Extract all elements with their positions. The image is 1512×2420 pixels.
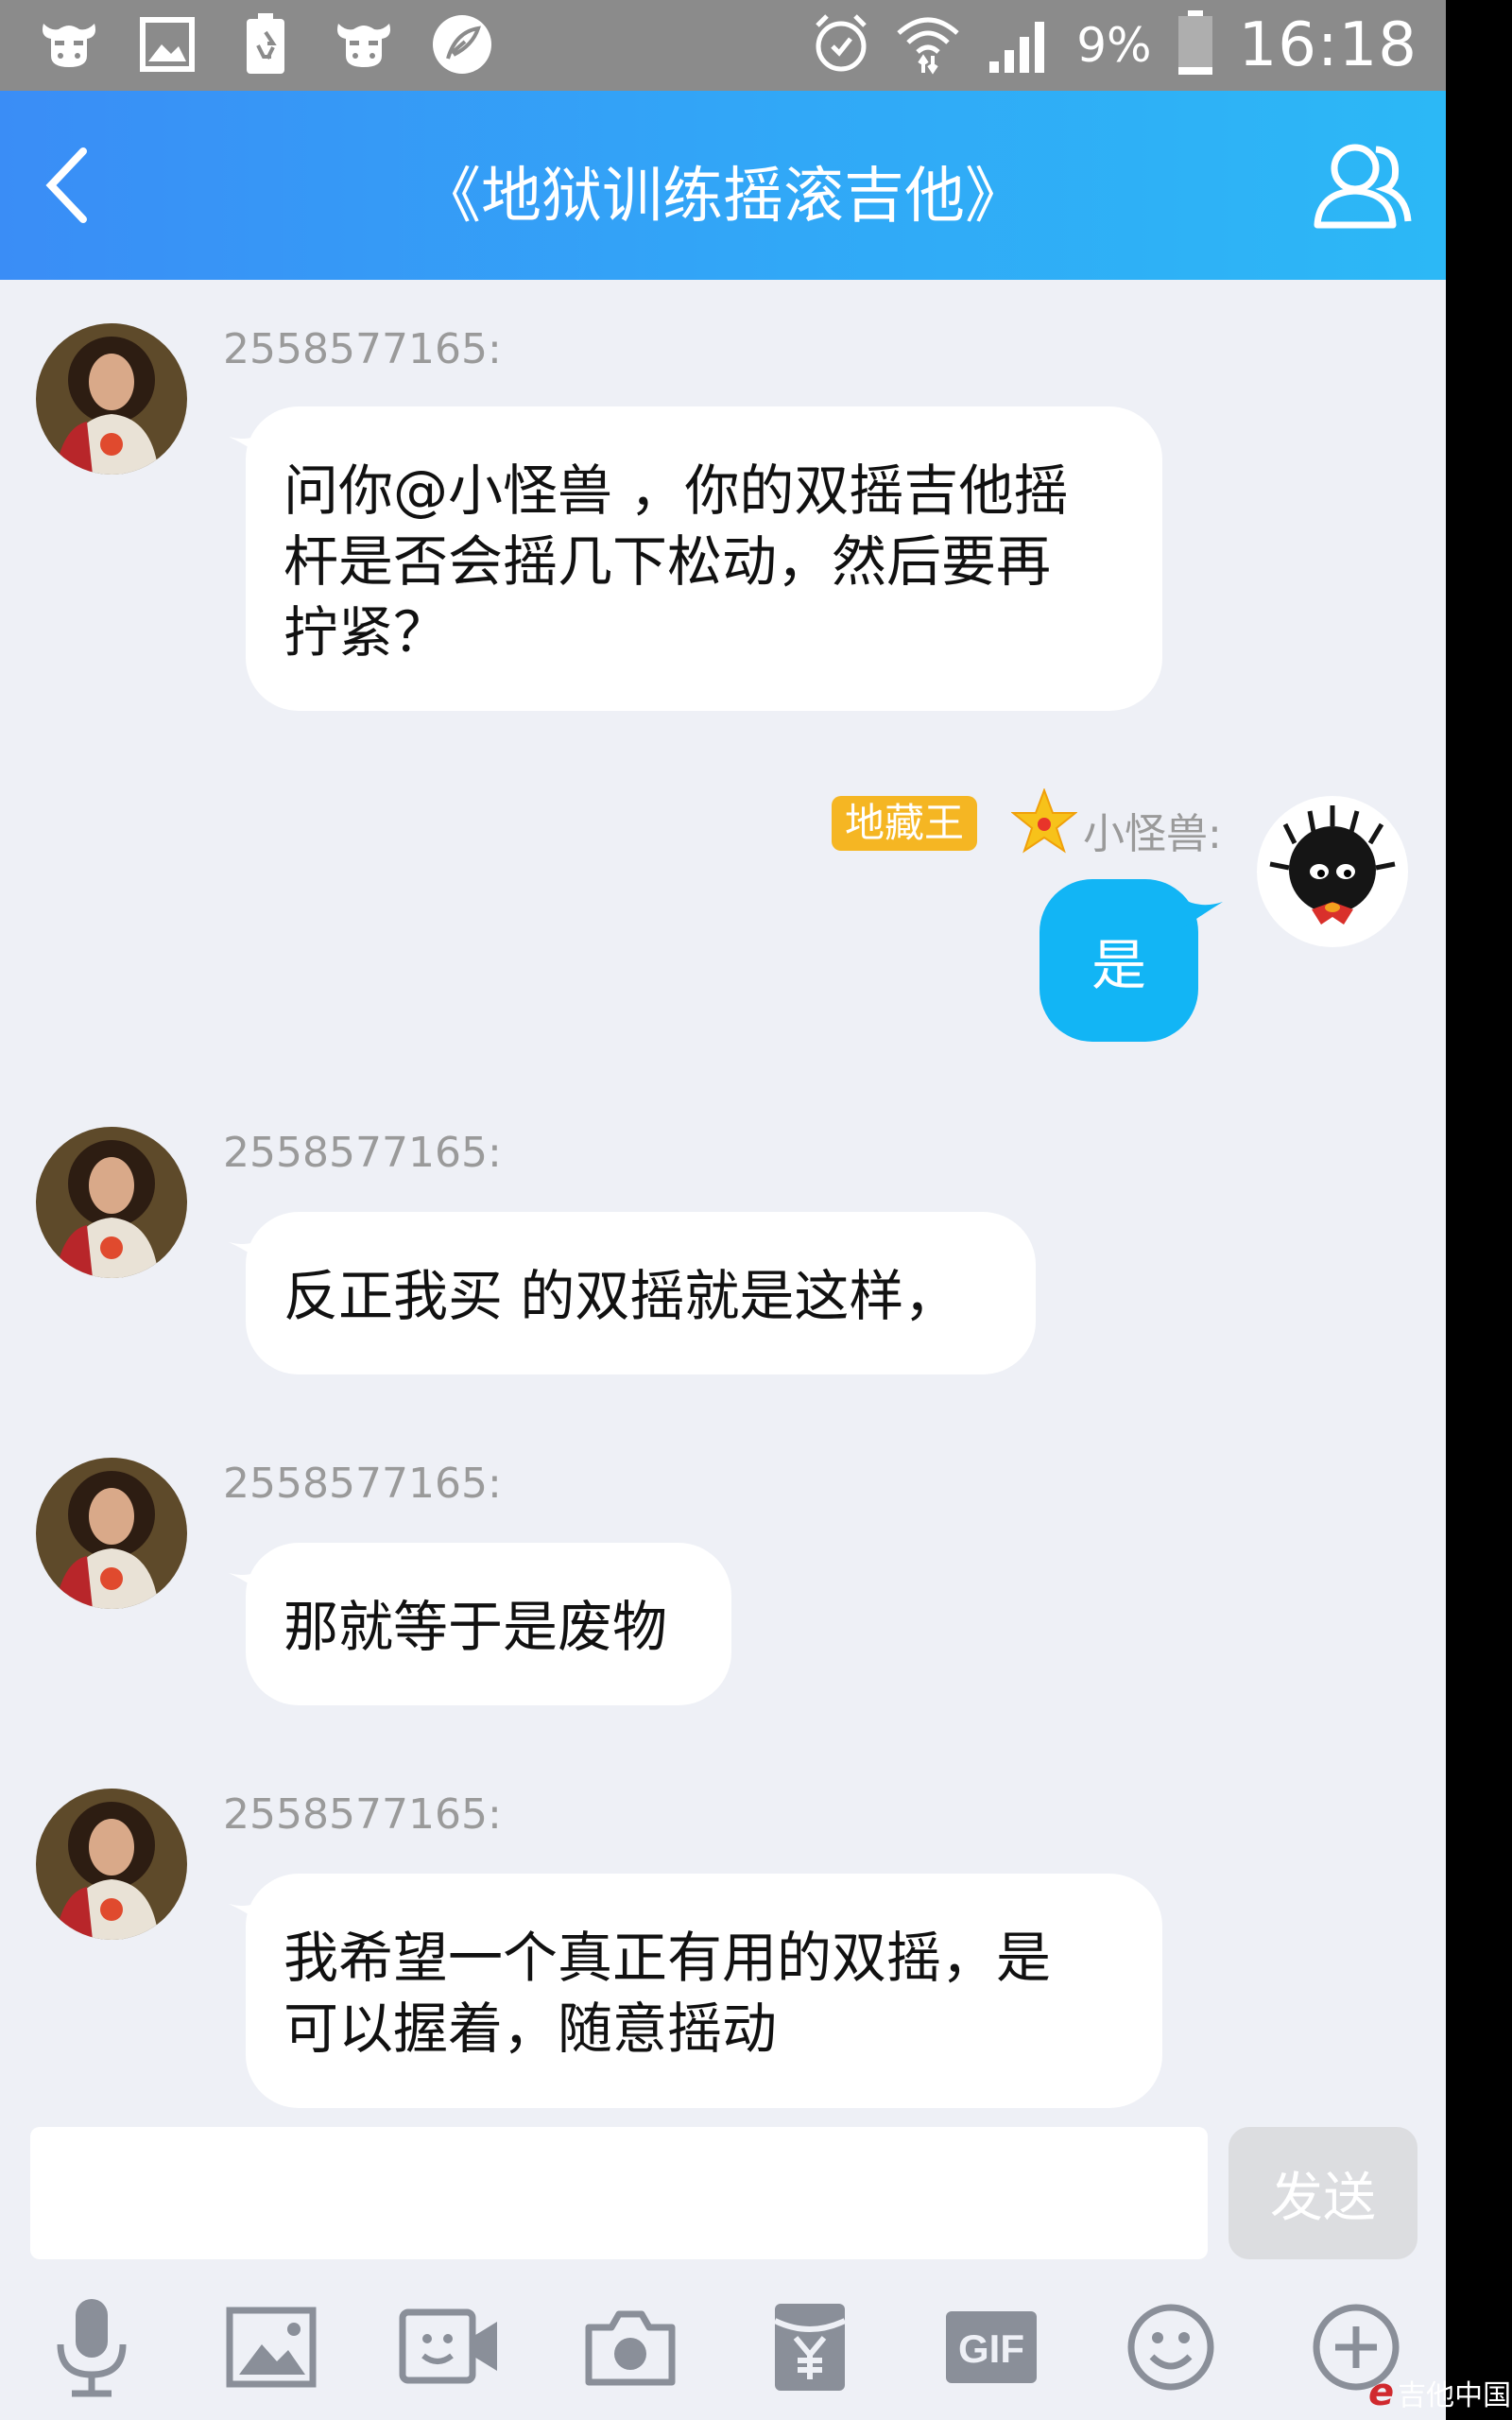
bubble-tail bbox=[229, 1236, 270, 1269]
sender-name: 2558577165: bbox=[223, 1790, 502, 1839]
bubble-tail bbox=[1177, 898, 1223, 932]
avatar[interactable] bbox=[36, 323, 187, 475]
title-bar: 《地狱训练摇滚吉他》 bbox=[0, 91, 1446, 280]
emoji-icon bbox=[1127, 2304, 1214, 2391]
gif-icon: GIF bbox=[946, 2311, 1037, 2383]
people-icon bbox=[1314, 144, 1412, 229]
voice-button[interactable] bbox=[40, 2295, 144, 2399]
message-text-line: 问你@小怪兽 ，你的双摇吉他摇 bbox=[284, 458, 1069, 523]
group-members-button[interactable] bbox=[1308, 130, 1418, 240]
avatar[interactable] bbox=[36, 1458, 187, 1609]
battery-percent: 9% bbox=[1076, 18, 1152, 73]
wifi-icon bbox=[895, 12, 961, 78]
image-icon bbox=[134, 13, 200, 76]
clock: 16:18 bbox=[1238, 10, 1418, 80]
status-bar: 9% 16:18 bbox=[0, 0, 1446, 91]
bubble-tail bbox=[229, 431, 270, 463]
avatar[interactable] bbox=[36, 1127, 187, 1278]
message-text-line: 拧紧？ bbox=[284, 600, 449, 665]
battery-recycle-icon bbox=[232, 13, 299, 76]
message-bubble[interactable]: 那就等于是废物 bbox=[229, 1543, 731, 1705]
red-packet-button[interactable] bbox=[758, 2295, 862, 2399]
image-button[interactable] bbox=[219, 2295, 323, 2399]
chat-screen: 9% 16:18 《地狱训练摇滚吉他》 2558577165: 问你@小怪兽 ，… bbox=[0, 0, 1446, 2420]
message-text-line: 杆是否会摇几下松动，然后要再 bbox=[284, 529, 1052, 594]
input-toolbar: GIF bbox=[0, 2288, 1446, 2420]
red-packet-icon bbox=[773, 2304, 847, 2391]
video-call-icon bbox=[399, 2308, 497, 2384]
watermark-text: 吉他中国 bbox=[1398, 2379, 1512, 2412]
sender-name: 2558577165: bbox=[223, 1460, 502, 1508]
screen-edge bbox=[1446, 0, 1512, 2420]
cow-icon bbox=[36, 13, 102, 76]
gif-label: GIF bbox=[958, 2326, 1024, 2371]
emoji-button[interactable] bbox=[1119, 2295, 1223, 2399]
sender-name: 小怪兽: bbox=[1083, 810, 1222, 858]
message-input[interactable] bbox=[30, 2127, 1208, 2259]
message-text-line: 反正我买 的双摇就是这样， bbox=[284, 1264, 959, 1328]
feather-icon bbox=[429, 13, 495, 76]
image-icon bbox=[226, 2307, 317, 2388]
sender-name: 2558577165: bbox=[223, 325, 502, 373]
avatar[interactable] bbox=[1257, 796, 1408, 947]
message-bubble[interactable]: 我希望一个真正有用的双摇，是 可以握着，随意摇动 bbox=[229, 1874, 1162, 2108]
bubble-tail bbox=[229, 1898, 270, 1930]
message-text: 是 bbox=[1091, 933, 1146, 997]
video-call-button[interactable] bbox=[399, 2295, 503, 2399]
star-icon bbox=[1010, 787, 1078, 858]
signal-icon bbox=[986, 12, 1052, 78]
title-badge: 地藏王 bbox=[832, 796, 978, 851]
watermark: e 吉他中国 bbox=[1368, 2369, 1512, 2416]
gif-button[interactable]: GIF bbox=[939, 2295, 1043, 2399]
bubble-tail bbox=[229, 1567, 270, 1599]
message-text-line: 可以握着，随意摇动 bbox=[284, 1996, 778, 2061]
alarm-icon bbox=[812, 12, 870, 78]
avatar[interactable] bbox=[36, 1789, 187, 1940]
cow-icon bbox=[331, 13, 397, 76]
page-title: 《地狱训练摇滚吉他》 bbox=[421, 162, 1025, 232]
send-button[interactable]: 发送 bbox=[1228, 2127, 1418, 2259]
battery-icon bbox=[1177, 10, 1214, 80]
microphone-icon bbox=[57, 2299, 127, 2397]
message-text-line: 我希望一个真正有用的双摇，是 bbox=[284, 1926, 1052, 1990]
message-bubble-self[interactable]: 是 bbox=[1040, 879, 1223, 1042]
camera-icon bbox=[585, 2310, 676, 2386]
sender-name: 2558577165: bbox=[223, 1129, 502, 1177]
camera-button[interactable] bbox=[578, 2295, 682, 2399]
message-bubble[interactable]: 反正我买 的双摇就是这样， bbox=[229, 1212, 1036, 1374]
input-row: 发送 bbox=[0, 2127, 1446, 2269]
message-text-line: 那就等于是废物 bbox=[284, 1595, 668, 1659]
watermark-logo-icon: e bbox=[1368, 2371, 1395, 2414]
message-bubble[interactable]: 问你@小怪兽 ，你的双摇吉他摇 杆是否会摇几下松动，然后要再 拧紧？ bbox=[229, 406, 1162, 711]
